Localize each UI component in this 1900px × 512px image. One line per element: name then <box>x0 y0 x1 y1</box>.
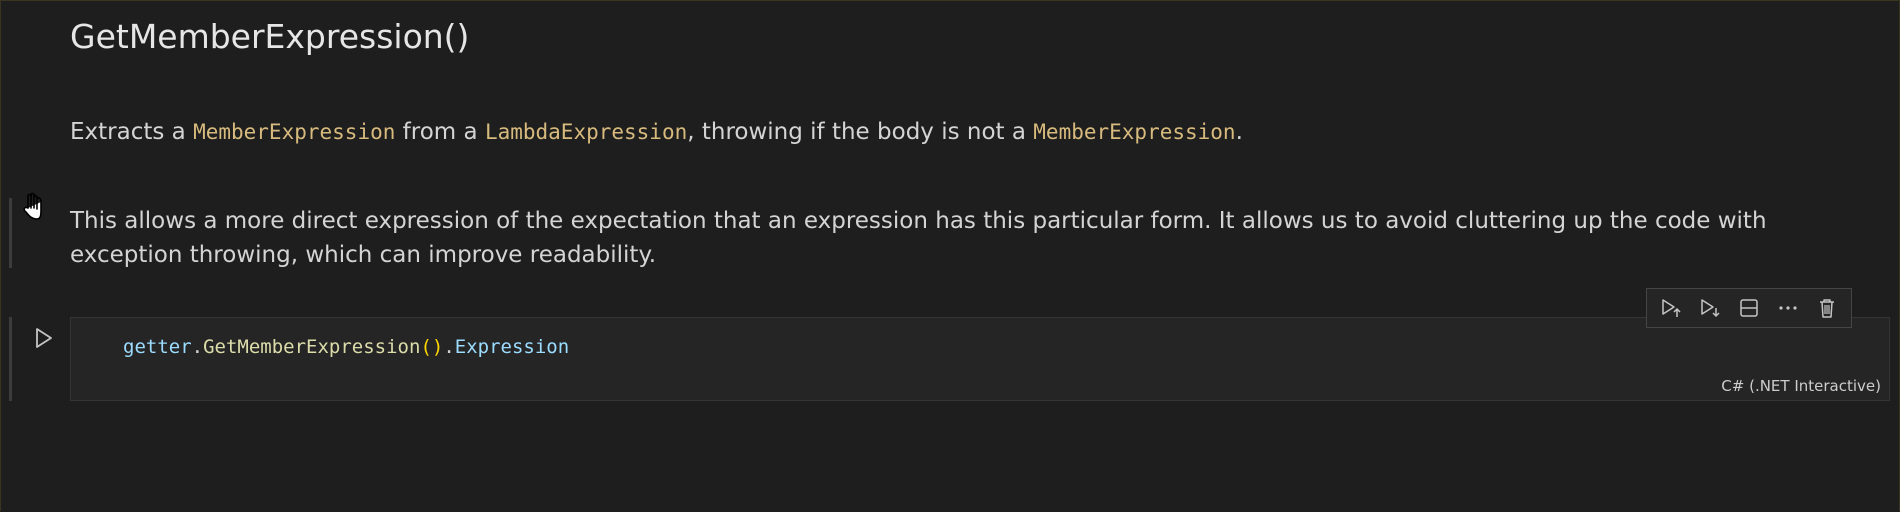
code-token-parens: () <box>420 336 444 358</box>
split-cell-button[interactable] <box>1734 293 1764 323</box>
text-segment: , throwing if the body is not a <box>687 119 1034 145</box>
code-token-variable: getter <box>123 336 192 358</box>
delete-cell-button[interactable] <box>1812 293 1842 323</box>
play-icon <box>36 328 52 348</box>
hand-cursor-icon <box>18 192 48 222</box>
execute-below-button[interactable] <box>1695 293 1725 323</box>
execute-above-icon <box>1661 299 1681 317</box>
split-cell-icon <box>1740 299 1758 317</box>
inline-code: MemberExpression <box>1033 120 1236 144</box>
cell-heading: GetMemberExpression() <box>70 17 470 56</box>
code-token-function: GetMemberExpression <box>203 336 421 358</box>
cell-focus-bar <box>9 198 12 268</box>
more-actions-icon <box>1779 306 1797 310</box>
execute-below-icon <box>1701 299 1720 318</box>
code-token-dot: . <box>191 336 204 358</box>
description-paragraph: Extracts a MemberExpression from a Lambd… <box>70 115 1850 149</box>
text-segment: from a <box>395 119 485 145</box>
text-segment: . <box>1235 119 1243 145</box>
cell-toolbar <box>1646 288 1852 328</box>
text-segment: Extracts a <box>70 119 194 145</box>
code-line[interactable]: getter.GetMemberExpression().Expression <box>123 336 569 358</box>
more-actions-button[interactable] <box>1773 293 1803 323</box>
code-editor[interactable]: getter.GetMemberExpression().Expression … <box>70 317 1890 401</box>
cell-focus-bar <box>9 317 12 401</box>
inline-code: MemberExpression <box>193 120 396 144</box>
run-cell-button[interactable] <box>30 325 56 351</box>
execute-above-button[interactable] <box>1656 293 1686 323</box>
code-token-dot: . <box>443 336 455 358</box>
explanation-paragraph: This allows a more direct expression of … <box>70 208 1767 268</box>
language-picker[interactable]: C# (.NET Interactive) <box>1721 377 1881 395</box>
delete-icon <box>1820 299 1835 318</box>
inline-code: LambdaExpression <box>484 120 688 144</box>
code-token-property: Expression <box>454 336 570 358</box>
